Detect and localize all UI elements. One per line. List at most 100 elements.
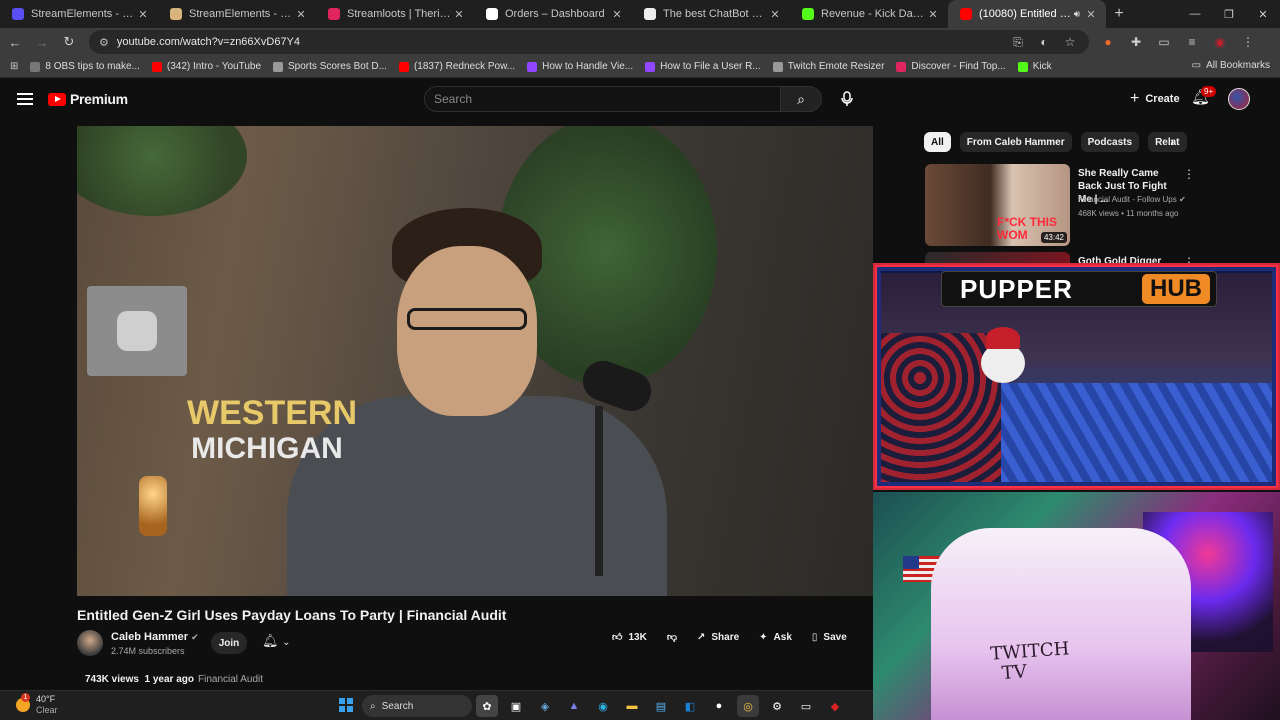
minimize-icon[interactable]: —	[1178, 0, 1212, 28]
bookmark-item[interactable]: Twitch Emote Resizer	[772, 61, 884, 72]
bookmark-youtube-icon	[398, 61, 409, 72]
chair-text-line2: TV	[1001, 661, 1028, 685]
weather-widget[interactable]: 1 40°F Clear	[16, 693, 58, 716]
save-button[interactable]: ▯ Save	[812, 632, 847, 643]
forward-icon[interactable]: →	[30, 30, 54, 54]
all-bookmarks-button[interactable]: ▭ All Bookmarks	[1192, 60, 1270, 71]
close-tab-icon[interactable]: ✕	[768, 8, 782, 21]
share-button[interactable]: ↗ Share	[697, 632, 739, 643]
bookmark-item[interactable]: Kick	[1017, 61, 1052, 72]
browser-tab[interactable]: (10080) Entitled Gen-Z Girl🔊︎ ✕	[948, 0, 1106, 28]
media-icon[interactable]: ◐	[1033, 31, 1055, 53]
windows-start-icon[interactable]	[339, 698, 353, 712]
browser-tab[interactable]: StreamElements - rippedredne...✕	[158, 0, 316, 28]
url-bar[interactable]: ⚙ youtube.com/watch?v=zn66XvD67Y4 ⎘ ◐ ☆	[89, 30, 1089, 54]
filter-chip[interactable]: Podcasts	[1080, 132, 1140, 152]
puzzle-icon[interactable]: ✚	[1125, 31, 1147, 53]
bookmark-label: (342) Intro - YouTube	[166, 61, 262, 72]
widgets-icon[interactable]: ✿	[476, 695, 498, 717]
apps-icon[interactable]: ⊞	[10, 61, 18, 72]
more-options-icon[interactable]: ⋮	[1183, 167, 1195, 181]
bookmark-item[interactable]: Sports Scores Bot D...	[273, 61, 387, 72]
menu-icon[interactable]: ⋮	[1237, 31, 1259, 53]
bookmark-item[interactable]: How to File a User R...	[645, 61, 761, 72]
join-button[interactable]: Join	[211, 632, 247, 654]
restore-icon[interactable]: ❐	[1212, 0, 1246, 28]
dislike-button[interactable]: 👎︎	[667, 631, 677, 643]
browser-tab[interactable]: Streamloots | Therippedredneck✕	[316, 0, 474, 28]
chrome-icon[interactable]: ◎	[737, 695, 759, 717]
reload-icon[interactable]: ↻	[57, 30, 81, 54]
channel-name[interactable]: Caleb Hammer ✔	[111, 631, 199, 643]
browser-tab[interactable]: Revenue - Kick Dashboard✕	[790, 0, 948, 28]
bookmark-item[interactable]: (1837) Redneck Pow...	[398, 61, 515, 72]
close-tab-icon[interactable]: ✕	[136, 8, 150, 21]
sidepanel-icon[interactable]: ▭	[1153, 31, 1175, 53]
new-tab-button[interactable]: +	[1106, 5, 1132, 23]
hashtag-link[interactable]: Financial Audit	[198, 674, 263, 685]
share-icon: ↗	[696, 631, 706, 643]
terminal-icon[interactable]: ▭	[795, 695, 817, 717]
bookmark-item[interactable]: How to Handle Vie...	[527, 61, 633, 72]
edge-icon[interactable]: ◉	[592, 695, 614, 717]
close-tab-icon[interactable]: ✕	[294, 8, 308, 21]
youtube-logo[interactable]: Premium	[48, 91, 128, 107]
bear-favicon	[170, 8, 182, 20]
recommended-thumbnail[interactable]: F*CK THIS WOM 43:42	[925, 164, 1070, 246]
close-tab-icon[interactable]: ✕	[1084, 8, 1098, 21]
speaker-icon[interactable]: 🔊︎	[1074, 9, 1080, 20]
filter-chip[interactable]: From Caleb Hammer	[959, 132, 1072, 152]
outlook-icon[interactable]: ◧	[679, 695, 701, 717]
filter-chip[interactable]: All	[924, 132, 951, 152]
bookmark-item[interactable]: 8 OBS tips to make...	[30, 61, 140, 72]
account-avatar[interactable]	[1228, 88, 1250, 110]
bookmark-kick-icon	[1017, 61, 1028, 72]
like-button[interactable]: 👍︎ 13K	[612, 631, 647, 644]
ask-button[interactable]: ✦ Ask	[759, 632, 792, 643]
video-player[interactable]: WESTERN MICHIGAN	[77, 126, 873, 596]
close-tab-icon[interactable]: ✕	[610, 8, 624, 21]
back-icon[interactable]: ←	[3, 30, 27, 54]
voice-search-button[interactable]	[834, 86, 860, 112]
recommended-channel[interactable]: Financial Audit - Follow Ups ✔	[1078, 195, 1186, 204]
browser-tab[interactable]: StreamElements - Overlays✕	[0, 0, 158, 28]
close-tab-icon[interactable]: ✕	[452, 8, 466, 21]
copilot-icon[interactable]: ◈	[534, 695, 556, 717]
settings-icon[interactable]: ⚙	[766, 695, 788, 717]
create-button[interactable]: + Create	[1120, 87, 1190, 111]
ask-label: Ask	[773, 631, 792, 643]
star-icon[interactable]: ☆	[1059, 31, 1081, 53]
search-button[interactable]: ⌕	[780, 86, 822, 112]
like-count: 13K	[628, 631, 647, 643]
taskbar-search[interactable]: ⌕ Search	[362, 695, 472, 717]
tab-search-icon[interactable]: ≡	[1181, 31, 1203, 53]
streamer-cam-overlay: TWITCH TV	[873, 492, 1280, 720]
channel-avatar[interactable]	[77, 630, 103, 656]
close-tab-icon[interactable]: ✕	[926, 8, 940, 21]
verified-icon: ✔	[1178, 195, 1186, 204]
recommended-video[interactable]: F*CK THIS WOM 43:42 She Really Came Back…	[925, 164, 1265, 248]
bookmark-item[interactable]: (342) Intro - YouTube	[151, 61, 262, 72]
thumbs-down-icon: 👎︎	[666, 632, 677, 643]
teams-icon[interactable]: ▲	[563, 695, 585, 717]
extension-icon[interactable]: ●	[1097, 31, 1119, 53]
hamburger-menu-icon[interactable]	[17, 93, 33, 105]
install-app-icon[interactable]: ⎘	[1007, 31, 1029, 53]
chevron-right-icon[interactable]: ›	[1170, 134, 1174, 149]
app-icon[interactable]: ◆	[824, 695, 846, 717]
filter-chip[interactable]: Relat	[1148, 132, 1187, 152]
profile-icon[interactable]: ◉	[1209, 31, 1231, 53]
file-explorer-icon[interactable]: ▬	[621, 695, 643, 717]
search-input[interactable]: Search	[424, 86, 781, 112]
obs-icon[interactable]: ●	[708, 695, 730, 717]
site-info-icon[interactable]: ⚙	[99, 36, 109, 49]
browser-tab[interactable]: Orders – Dashboard ✕	[474, 0, 632, 28]
browser-tab[interactable]: The best ChatBot and Widgets...✕	[632, 0, 790, 28]
recommended-channel-text: Financial Audit - Follow Ups	[1078, 195, 1177, 204]
subscription-bell-button[interactable]: 🔔︎ ⌄	[262, 633, 291, 649]
task-view-icon[interactable]: ▣	[505, 695, 527, 717]
notifications-button[interactable]: 🔔︎ 9+	[1191, 86, 1217, 106]
store-icon[interactable]: ▤	[650, 695, 672, 717]
close-window-icon[interactable]: ✕	[1246, 0, 1280, 28]
bookmark-item[interactable]: Discover - Find Top...	[896, 61, 1006, 72]
